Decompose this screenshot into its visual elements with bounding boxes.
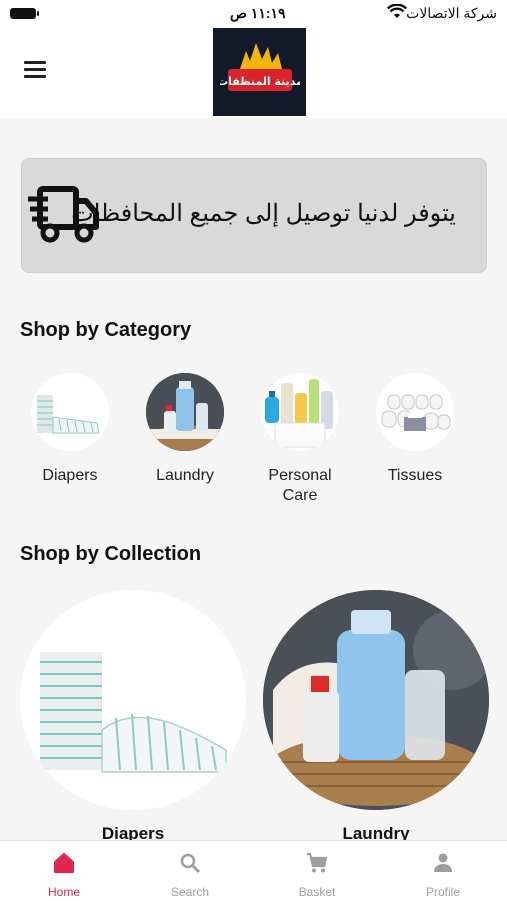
wifi-icon	[387, 4, 407, 18]
category-section-title: Shop by Category	[20, 319, 192, 341]
home-icon	[54, 853, 74, 873]
personal-care-image	[261, 373, 339, 451]
laundry-collection-image	[263, 590, 489, 810]
logo: مدينة المنظفات	[213, 28, 306, 116]
nav-label: Basket	[298, 885, 336, 899]
search-icon	[180, 853, 201, 874]
laundry-image	[146, 373, 224, 451]
status-time: ١١:١٩ ص	[230, 5, 286, 21]
nav-label: Profile	[425, 885, 460, 899]
nav-label: Home	[47, 885, 80, 899]
category-label: Tissues	[387, 467, 443, 484]
collection-diapers[interactable]: Diapers	[20, 590, 246, 844]
collection-section-title: Shop by Collection	[20, 543, 202, 565]
category-laundry[interactable]: Laundry	[135, 373, 235, 486]
bottom-navigation: Home Search Basket Profile	[0, 840, 507, 901]
delivery-banner[interactable]: يتوفر لدنيا توصيل إلى جميع المحافظات	[21, 158, 487, 273]
category-tissues[interactable]: Tissues	[365, 373, 465, 486]
nav-search[interactable]: Search	[145, 841, 235, 901]
diapers-image	[31, 373, 109, 451]
collection-laundry[interactable]: Laundry	[263, 590, 489, 844]
tissues-image	[376, 373, 454, 451]
category-label: Personal Care	[268, 467, 332, 504]
app-header: مدينة المنظفات	[0, 28, 507, 118]
category-diapers[interactable]: Diapers	[20, 373, 120, 486]
category-label: Laundry	[156, 467, 214, 484]
cart-icon	[307, 852, 328, 873]
nav-basket[interactable]: Basket	[272, 841, 362, 901]
diapers-collection-image	[20, 590, 246, 810]
nav-profile[interactable]: Profile	[398, 841, 488, 901]
person-icon	[434, 853, 452, 872]
category-label: Diapers	[42, 467, 98, 484]
nav-home[interactable]: Home	[19, 841, 109, 901]
battery-icon	[10, 8, 39, 19]
status-bar: ١١:١٩ ص شركة الاتصالات	[0, 0, 507, 28]
category-personal-care[interactable]: Personal Care	[250, 373, 350, 506]
carrier-name: شركة الاتصالات	[406, 5, 497, 21]
banner-text: يتوفر لدنيا توصيل إلى جميع المحافظات	[71, 200, 456, 227]
logo-text: مدينة المنظفات	[220, 75, 300, 88]
nav-label: Search	[170, 885, 210, 899]
hamburger-menu-icon[interactable]	[24, 61, 46, 79]
